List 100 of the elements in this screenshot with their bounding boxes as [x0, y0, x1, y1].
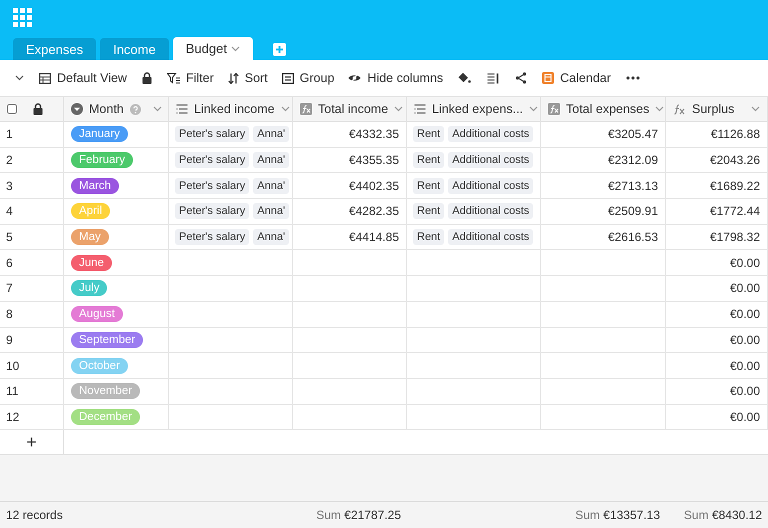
month-tag: December: [71, 408, 140, 425]
chevron-down-icon: [230, 46, 240, 52]
row-number: 4: [0, 199, 64, 225]
link-chip[interactable]: Anna': [253, 178, 290, 194]
apps-grid-icon[interactable]: [13, 8, 32, 27]
link-chip[interactable]: Anna': [253, 203, 290, 220]
table-cell: €0.00: [730, 358, 760, 373]
paint-bucket-icon[interactable]: [458, 72, 472, 84]
link-chip[interactable]: Rent: [413, 152, 444, 168]
column-header[interactable]: Linked income: [169, 97, 293, 122]
add-tab-icon[interactable]: [272, 43, 286, 56]
row-number: 8: [0, 302, 64, 328]
group-icon: [282, 72, 294, 84]
table-cell: €2509.91: [608, 204, 658, 218]
link-chip[interactable]: Peter's salary: [175, 203, 250, 220]
link-chip[interactable]: Additional costs: [448, 203, 534, 220]
table-cell: €0.00: [730, 307, 760, 322]
month-tag: May: [71, 229, 109, 246]
link-chip[interactable]: Rent: [413, 178, 444, 194]
column-sum: Sum €8430.12: [684, 508, 762, 522]
link-list-icon: [414, 104, 426, 114]
link-chip[interactable]: Additional costs: [448, 152, 534, 168]
table-cell: €1772.44: [710, 204, 760, 218]
column-sum: Sum €13357.13: [575, 508, 660, 522]
filter-button[interactable]: Filter: [164, 67, 216, 89]
chevron-down-icon[interactable]: [15, 75, 24, 81]
month-tag: November: [71, 383, 140, 400]
link-list-icon: [176, 104, 188, 114]
column-header[interactable]: Linked expens...: [407, 97, 541, 122]
link-chip[interactable]: Additional costs: [448, 126, 534, 142]
table-cell: €1798.32: [710, 230, 760, 244]
link-chip[interactable]: Rent: [413, 229, 444, 246]
column-header[interactable]: Surplus: [666, 97, 768, 122]
link-chip[interactable]: Additional costs: [448, 229, 534, 246]
add-row-button[interactable]: +: [0, 430, 64, 456]
month-tag: September: [71, 332, 144, 348]
table-cell: €0.00: [730, 384, 760, 398]
column-header[interactable]: Month: [64, 97, 169, 122]
calendar-icon: [542, 72, 554, 84]
column-header[interactable]: Total expenses: [541, 97, 666, 122]
view-button[interactable]: Default View: [37, 67, 129, 89]
link-chip[interactable]: Additional costs: [448, 178, 534, 194]
table-cell: €1126.88: [710, 127, 760, 142]
group-button[interactable]: Group: [280, 67, 336, 89]
eye-slash-icon: [348, 73, 362, 83]
formula-icon: [673, 104, 686, 114]
table-cell: €2616.53: [608, 230, 658, 244]
table-cell: €4282.35: [348, 204, 399, 218]
filter-icon: [166, 72, 180, 84]
row-number: 2: [0, 148, 64, 174]
month-tag: January: [71, 126, 128, 142]
row-number: 7: [0, 276, 64, 302]
share-icon[interactable]: [515, 72, 528, 84]
table-cell: €2312.09: [608, 153, 658, 168]
link-chip[interactable]: Peter's salary: [175, 152, 250, 168]
month-tag: June: [71, 254, 112, 271]
sort-button[interactable]: Sort: [226, 67, 270, 89]
lock-icon: [33, 103, 43, 115]
select-all-checkbox[interactable]: [7, 104, 17, 114]
table-cell: €2713.13: [608, 178, 658, 193]
table-cell: €3205.47: [608, 127, 658, 142]
lock-icon[interactable]: [142, 72, 152, 84]
link-chip[interactable]: Rent: [413, 203, 444, 220]
month-tag: April: [71, 203, 110, 220]
help-icon[interactable]: [130, 104, 141, 114]
table-cell: €4402.35: [348, 178, 399, 193]
month-tag: August: [71, 306, 123, 322]
dropdown-icon: [71, 103, 83, 115]
link-chip[interactable]: Anna': [253, 229, 290, 246]
column-sum: Sum €21787.25: [316, 508, 401, 522]
sort-icon: [228, 72, 239, 84]
tab[interactable]: Budget: [172, 37, 253, 60]
more-icon[interactable]: [626, 76, 640, 80]
table-icon: [39, 72, 51, 84]
row-height-icon[interactable]: [487, 72, 500, 84]
formula-icon: [300, 103, 312, 115]
link-chip[interactable]: Anna': [253, 152, 290, 168]
column-header[interactable]: Total income: [293, 97, 407, 122]
formula-icon: [548, 103, 560, 115]
table-cell: €1689.22: [710, 178, 760, 193]
row-number: 1: [0, 122, 64, 148]
hide-button[interactable]: Hide columns: [346, 67, 446, 89]
table-cell: €4332.35: [348, 127, 399, 142]
link-chip[interactable]: Peter's salary: [175, 126, 250, 142]
row-number: 3: [0, 173, 64, 200]
table-cell: €4355.35: [348, 153, 399, 168]
table-cell: €0.00: [730, 410, 760, 424]
month-tag: February: [71, 152, 134, 168]
row-number: 9: [0, 328, 64, 354]
link-chip[interactable]: Peter's salary: [175, 178, 250, 194]
table-cell: €2043.26: [710, 153, 760, 168]
month-tag: July: [71, 280, 108, 296]
link-chip[interactable]: Anna': [253, 126, 290, 142]
link-chip[interactable]: Rent: [413, 126, 444, 142]
row-number: 6: [0, 250, 64, 276]
month-tag: October: [71, 358, 128, 374]
record-count: 12 records: [6, 508, 63, 522]
calendar-button[interactable]: Calendar: [540, 67, 613, 89]
link-chip[interactable]: Peter's salary: [175, 229, 250, 246]
table-cell: €4414.85: [348, 230, 399, 244]
